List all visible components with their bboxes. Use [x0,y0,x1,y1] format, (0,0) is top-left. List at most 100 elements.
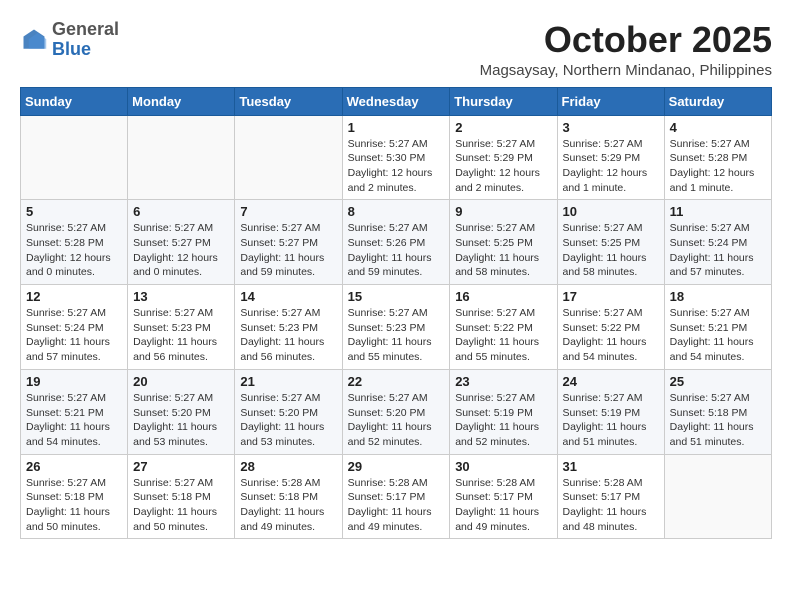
day-number: 15 [348,289,445,304]
table-row: 13Sunrise: 5:27 AMSunset: 5:23 PMDayligh… [128,285,235,370]
day-number: 24 [563,374,659,389]
logo-blue-text: Blue [52,39,91,59]
day-info: Sunrise: 5:27 AMSunset: 5:28 PMDaylight:… [670,137,766,196]
calendar-week-3: 12 Sunrise: 5:27 AMSunset: 5:24 PMDayligh… [21,285,772,370]
day-number: 1 [348,120,445,135]
logo-text: General Blue [52,20,119,60]
table-row: 1Sunrise: 5:27 AMSunset: 5:30 PMDaylight… [342,115,450,200]
col-thursday: Thursday [450,87,557,115]
table-row: 4Sunrise: 5:27 AMSunset: 5:28 PMDaylight… [664,115,771,200]
title-block: October 2025 Magsaysay, Northern Mindana… [480,20,772,79]
day-number: 27 [133,459,229,474]
table-row: 22Sunrise: 5:27 AMSunset: 5:20 PMDayligh… [342,369,450,454]
table-row: 9 Sunrise: 5:27 AMSunset: 5:25 PMDaylight… [450,200,557,285]
table-row: 21 Sunrise: 5:27 AMSunset: 5:20 PMDayligh… [235,369,342,454]
table-row: 16Sunrise: 5:27 AMSunset: 5:22 PMDayligh… [450,285,557,370]
table-row: 29 Sunrise: 5:28 AMSunset: 5:17 PMDayligh… [342,454,450,539]
day-number: 9 [455,204,551,219]
day-number: 30 [455,459,551,474]
day-info: Sunrise: 5:27 AMSunset: 5:22 PMDaylight:… [563,306,659,365]
day-info: Sunrise: 5:27 AMSunset: 5:24 PMDaylight:… [26,306,122,365]
table-row: 26Sunrise: 5:27 AMSunset: 5:18 PMDayligh… [21,454,128,539]
table-row: 20 Sunrise: 5:27 AMSunset: 5:20 PMDayligh… [128,369,235,454]
table-row: 17Sunrise: 5:27 AMSunset: 5:22 PMDayligh… [557,285,664,370]
table-row: 28 Sunrise: 5:28 AMSunset: 5:18 PMDayligh… [235,454,342,539]
table-row: 8 Sunrise: 5:27 AMSunset: 5:26 PMDaylight… [342,200,450,285]
day-number: 23 [455,374,551,389]
table-row: 6 Sunrise: 5:27 AMSunset: 5:27 PMDaylight… [128,200,235,285]
day-number: 25 [670,374,766,389]
table-row: 31 Sunrise: 5:28 AMSunset: 5:17 PMDayligh… [557,454,664,539]
table-row: 23 Sunrise: 5:27 AMSunset: 5:19 PMDayligh… [450,369,557,454]
day-info: Sunrise: 5:27 AMSunset: 5:19 PMDaylight:… [563,391,659,450]
day-number: 2 [455,120,551,135]
month-title: October 2025 [480,20,772,60]
table-row: 19Sunrise: 5:27 AMSunset: 5:21 PMDayligh… [21,369,128,454]
col-friday: Friday [557,87,664,115]
table-row: 27 Sunrise: 5:27 AMSunset: 5:18 PMDayligh… [128,454,235,539]
table-row: 3Sunrise: 5:27 AMSunset: 5:29 PMDaylight… [557,115,664,200]
day-info: Sunrise: 5:27 AMSunset: 5:20 PMDaylight:… [133,391,229,450]
day-info: Sunrise: 5:28 AMSunset: 5:17 PMDaylight:… [563,476,659,535]
table-row: 14 Sunrise: 5:27 AMSunset: 5:23 PMDayligh… [235,285,342,370]
table-row: 25 Sunrise: 5:27 AMSunset: 5:18 PMDayligh… [664,369,771,454]
day-info: Sunrise: 5:27 AMSunset: 5:29 PMDaylight:… [563,137,659,196]
day-number: 28 [240,459,336,474]
day-info: Sunrise: 5:27 AMSunset: 5:27 PMDaylight:… [133,221,229,280]
day-info: Sunrise: 5:28 AMSunset: 5:18 PMDaylight:… [240,476,336,535]
day-number: 14 [240,289,336,304]
day-number: 31 [563,459,659,474]
header: General Blue October 2025 Magsaysay, Nor… [20,20,772,79]
day-info: Sunrise: 5:27 AMSunset: 5:29 PMDaylight:… [455,137,551,196]
table-row: 7 Sunrise: 5:27 AMSunset: 5:27 PMDaylight… [235,200,342,285]
col-monday: Monday [128,87,235,115]
day-info: Sunrise: 5:28 AMSunset: 5:17 PMDaylight:… [455,476,551,535]
day-info: Sunrise: 5:27 AMSunset: 5:18 PMDaylight:… [133,476,229,535]
col-sunday: Sunday [21,87,128,115]
day-info: Sunrise: 5:27 AMSunset: 5:27 PMDaylight:… [240,221,336,280]
day-number: 26 [26,459,122,474]
day-number: 13 [133,289,229,304]
calendar-header-row: Sunday Monday Tuesday Wednesday Thursday… [21,87,772,115]
day-number: 8 [348,204,445,219]
calendar-week-5: 26 Sunrise: 5:27 AMSunset: 5:18 PMDayligh… [21,454,772,539]
table-row: 30 Sunrise: 5:28 AMSunset: 5:17 PMDayligh… [450,454,557,539]
day-number: 12 [26,289,122,304]
day-number: 20 [133,374,229,389]
day-info: Sunrise: 5:27 AMSunset: 5:26 PMDaylight:… [348,221,445,280]
col-saturday: Saturday [664,87,771,115]
table-row: 18 Sunrise: 5:27 AMSunset: 5:21 PMDayligh… [664,285,771,370]
day-number: 18 [670,289,766,304]
day-info: Sunrise: 5:27 AMSunset: 5:23 PMDaylight:… [240,306,336,365]
day-info: Sunrise: 5:28 AMSunset: 5:17 PMDaylight:… [348,476,445,535]
day-number: 21 [240,374,336,389]
day-info: Sunrise: 5:27 AMSunset: 5:19 PMDaylight:… [455,391,551,450]
day-number: 5 [26,204,122,219]
day-number: 7 [240,204,336,219]
day-info: Sunrise: 5:27 AMSunset: 5:25 PMDaylight:… [455,221,551,280]
day-info: Sunrise: 5:27 AMSunset: 5:28 PMDaylight:… [26,221,122,280]
day-info: Sunrise: 5:27 AMSunset: 5:18 PMDaylight:… [670,391,766,450]
day-number: 16 [455,289,551,304]
logo-icon [20,26,48,54]
table-row [664,454,771,539]
day-info: Sunrise: 5:27 AMSunset: 5:23 PMDaylight:… [348,306,445,365]
table-row: 5 Sunrise: 5:27 AMSunset: 5:28 PMDaylight… [21,200,128,285]
table-row: 12 Sunrise: 5:27 AMSunset: 5:24 PMDayligh… [21,285,128,370]
calendar-week-1: 1Sunrise: 5:27 AMSunset: 5:30 PMDaylight… [21,115,772,200]
table-row [21,115,128,200]
day-info: Sunrise: 5:27 AMSunset: 5:24 PMDaylight:… [670,221,766,280]
day-number: 6 [133,204,229,219]
day-info: Sunrise: 5:27 AMSunset: 5:21 PMDaylight:… [670,306,766,365]
day-number: 22 [348,374,445,389]
calendar-table: Sunday Monday Tuesday Wednesday Thursday… [20,87,772,540]
day-number: 10 [563,204,659,219]
day-number: 29 [348,459,445,474]
calendar-week-2: 5 Sunrise: 5:27 AMSunset: 5:28 PMDaylight… [21,200,772,285]
day-info: Sunrise: 5:27 AMSunset: 5:20 PMDaylight:… [240,391,336,450]
day-info: Sunrise: 5:27 AMSunset: 5:25 PMDaylight:… [563,221,659,280]
day-number: 11 [670,204,766,219]
col-tuesday: Tuesday [235,87,342,115]
page: General Blue October 2025 Magsaysay, Nor… [0,0,792,549]
col-wednesday: Wednesday [342,87,450,115]
